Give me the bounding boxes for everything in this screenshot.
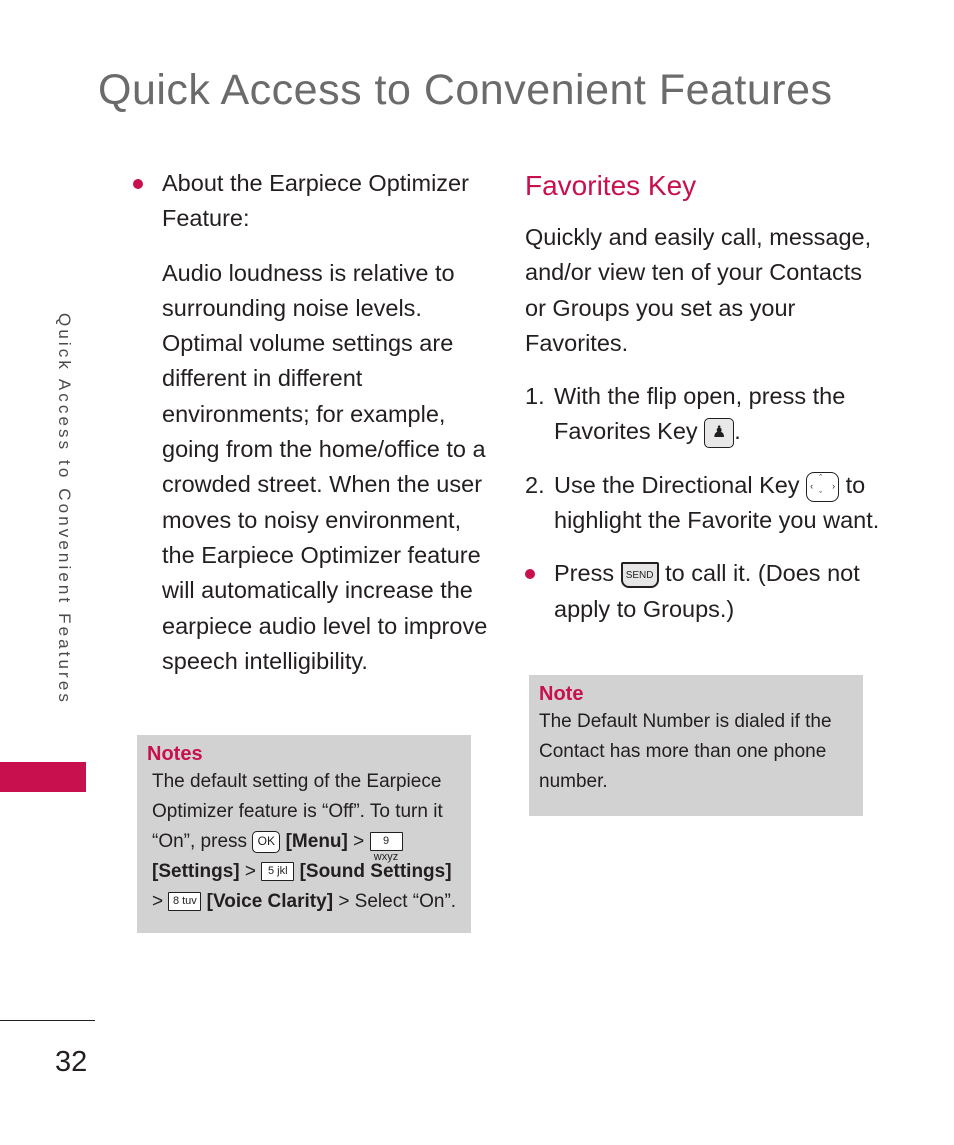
note-title: Note: [539, 683, 584, 705]
side-tab-marker: [0, 762, 86, 792]
right-column: Favorites Key Quickly and easily call, m…: [525, 166, 885, 627]
bullet-heading: About the Earpiece Optimizer Feature:: [162, 170, 469, 232]
bullet-item: Press SEND to call it. (Does not apply t…: [525, 556, 885, 627]
notes-text-end: > Select “On”.: [338, 891, 457, 912]
step-punct: .: [734, 418, 741, 445]
footer-divider: [0, 1020, 95, 1021]
separator: >: [353, 831, 365, 852]
voice-clarity-label: [Voice Clarity]: [206, 891, 334, 912]
step-text: With the flip open, press the Favorites …: [554, 383, 846, 445]
notes-box: Notes The default setting of the Earpiec…: [137, 735, 471, 933]
side-tab-label: Quick Access to Convenient Features: [55, 313, 74, 705]
key-5-icon: 5 jkl: [261, 862, 295, 882]
step-number: 2.: [525, 471, 545, 498]
sound-settings-label: [Sound Settings]: [299, 861, 452, 882]
step-text: Use the Directional Key: [554, 471, 800, 498]
intro-paragraph: Quickly and easily call, message, and/or…: [525, 224, 872, 356]
step-number: 1.: [525, 383, 545, 410]
send-key-icon: SEND: [620, 562, 659, 589]
favorites-key-icon: ♟: [704, 418, 735, 449]
page-number: 32: [55, 1046, 88, 1078]
bullet-icon: [133, 166, 162, 237]
earpiece-paragraph: Audio loudness is relative to surroundin…: [162, 259, 488, 674]
bullet-text: Press: [554, 560, 615, 587]
separator: >: [152, 891, 164, 912]
left-column: About the Earpiece Optimizer Feature: Au…: [133, 166, 488, 679]
settings-label: [Settings]: [152, 861, 240, 882]
note-box: Note The Default Number is dialed if the…: [529, 675, 863, 816]
directional-key-icon: ˆ ˇ ‹ ›: [806, 471, 840, 502]
key-8-icon: 8 tuv: [168, 892, 202, 912]
note-text: The Default Number is dialed if the Cont…: [539, 711, 832, 792]
notes-title: Notes: [147, 743, 203, 765]
notes-text: The default setting of the Earpiece Opti…: [147, 767, 461, 917]
page-title: Quick Access to Convenient Features: [98, 66, 833, 114]
bullet-item: About the Earpiece Optimizer Feature:: [133, 166, 488, 237]
step-item: 1. With the flip open, press the Favorit…: [525, 379, 885, 450]
bullet-icon: [525, 556, 554, 627]
step-item: 2. Use the Directional Key ˆ ˇ ‹ › to highl…: [525, 468, 885, 539]
key-9-icon: 9 wxyz: [369, 832, 403, 863]
ok-key-icon: OK: [252, 830, 281, 853]
separator: >: [244, 861, 256, 882]
section-heading: Favorites Key: [525, 170, 697, 201]
menu-label: [Menu]: [285, 831, 348, 852]
